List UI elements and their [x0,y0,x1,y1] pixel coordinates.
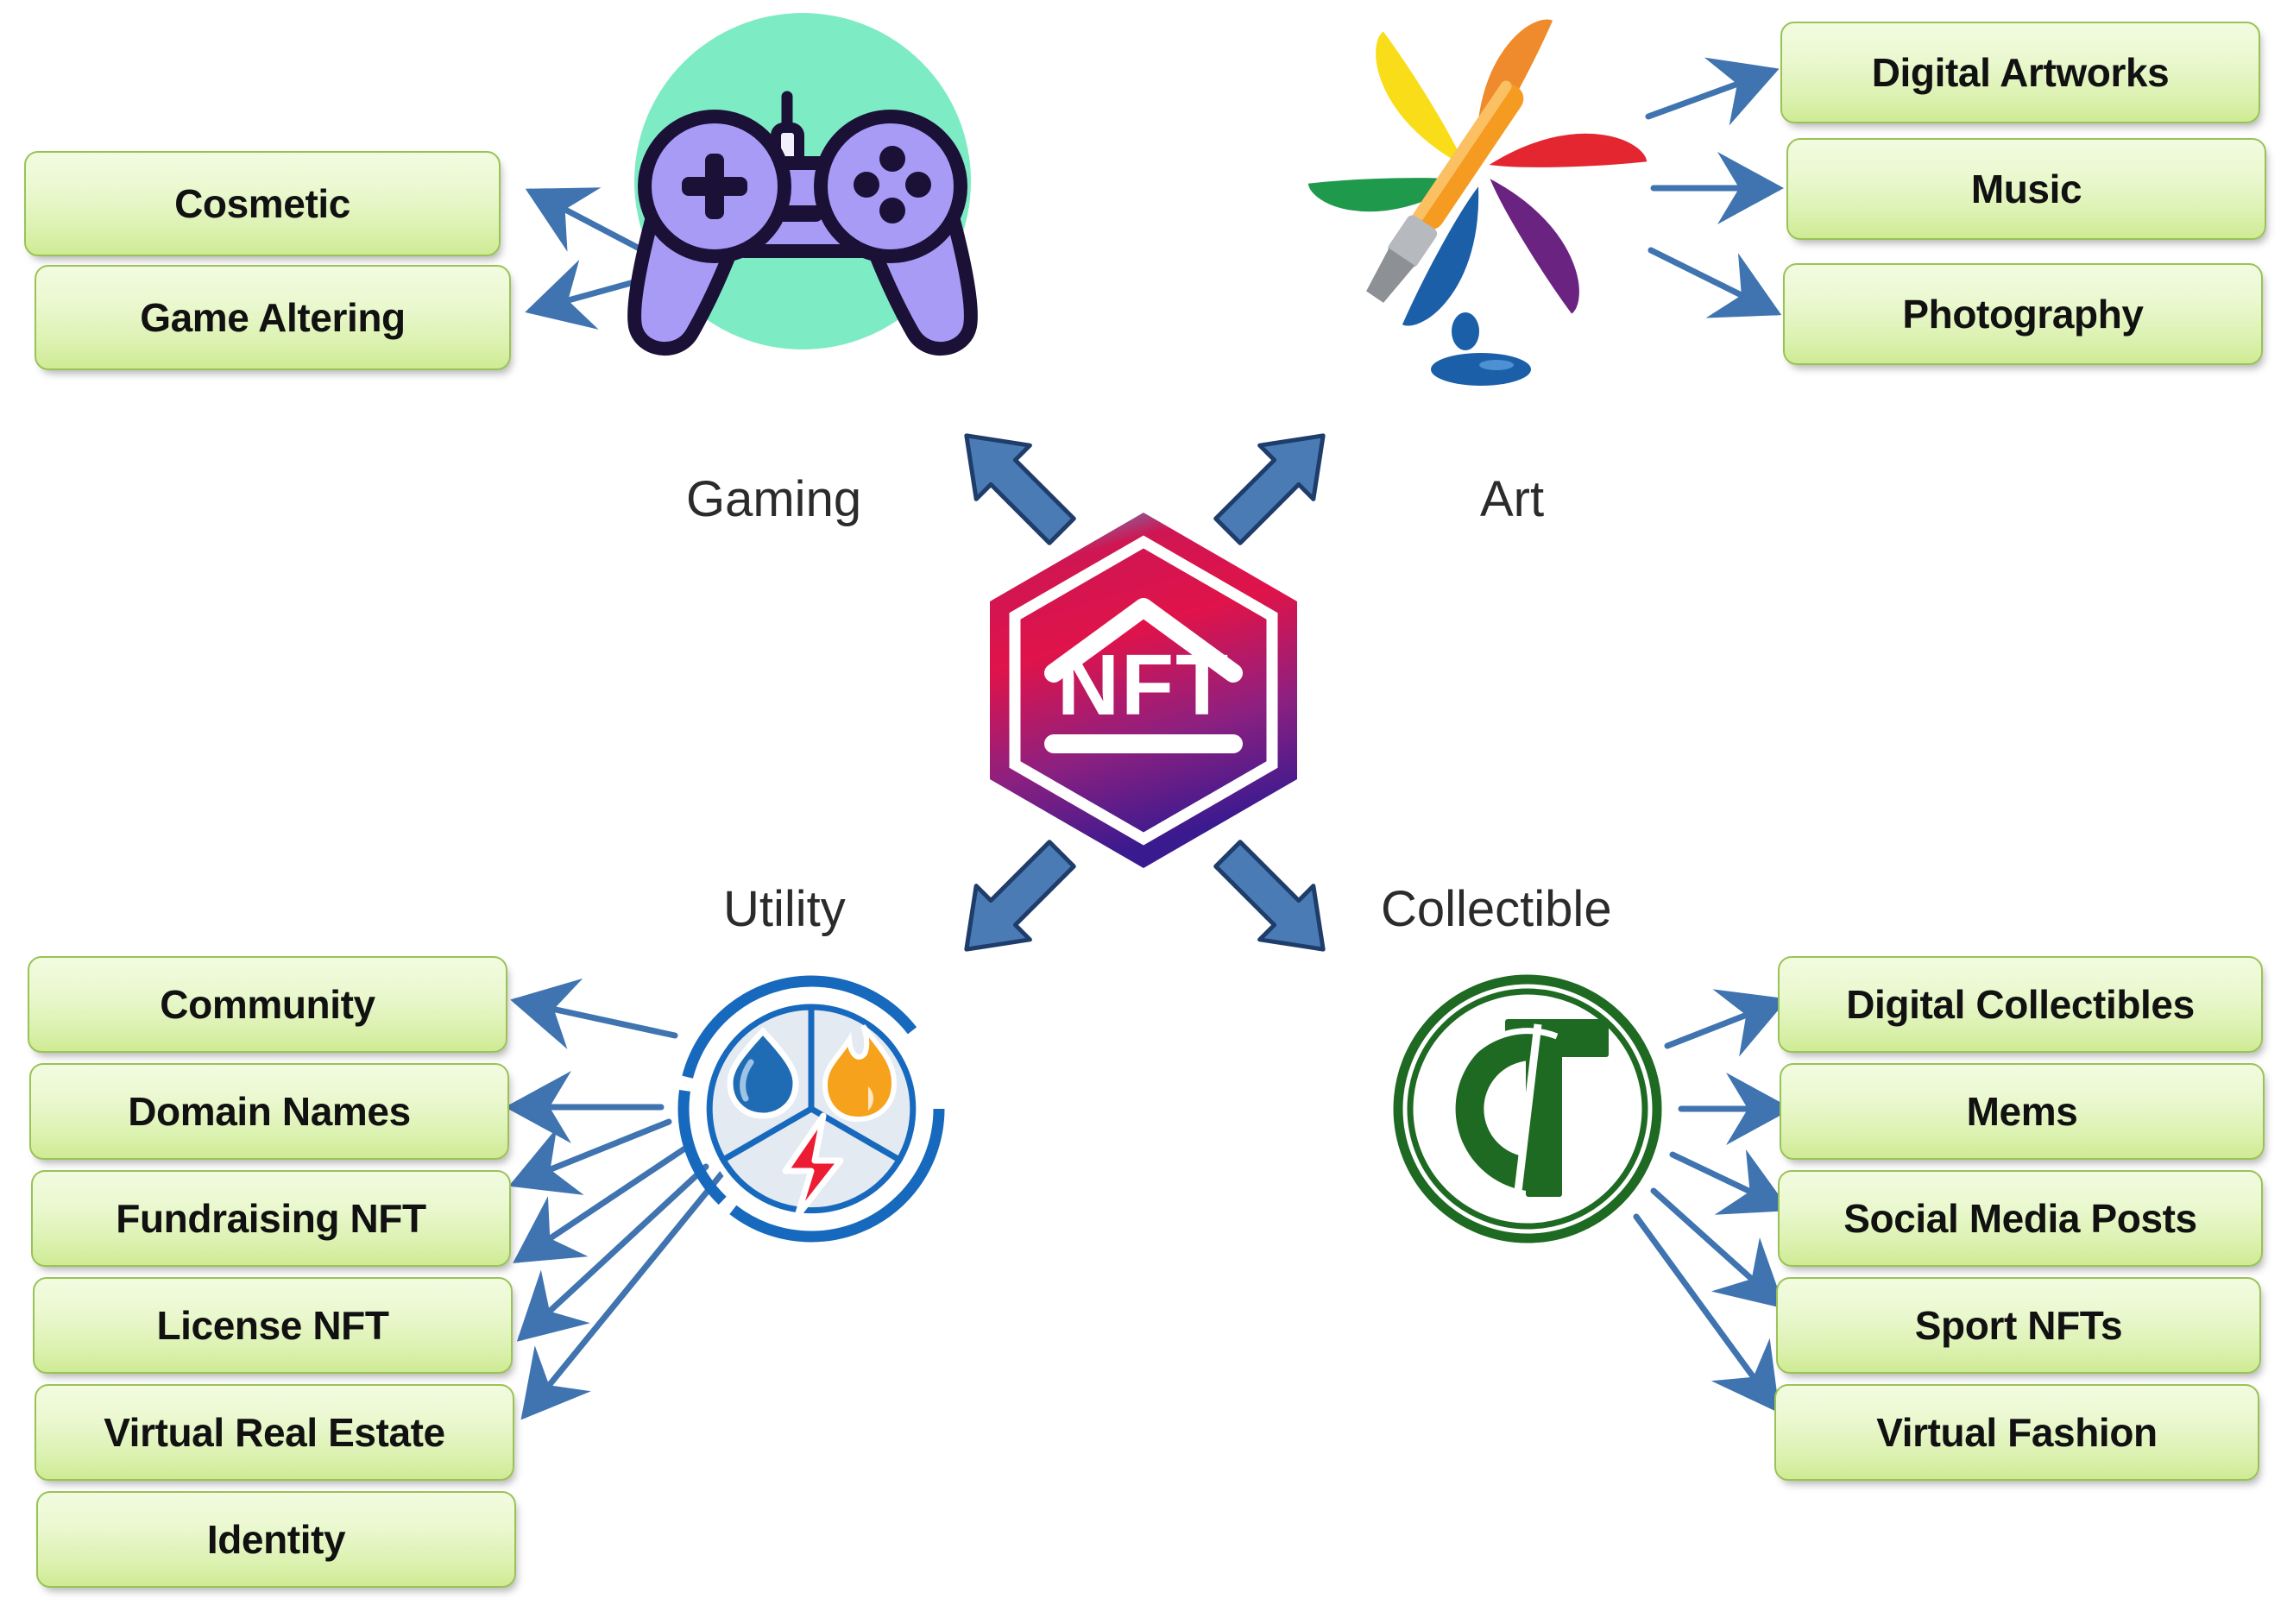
node-photography[interactable]: Photography [1783,263,2263,365]
collectible-coin-monogram-icon [1393,974,1662,1243]
node-mems[interactable]: Mems [1780,1063,2265,1160]
node-label: Game Altering [140,295,406,340]
node-game-altering[interactable]: Game Altering [35,265,511,370]
node-label: Mems [1966,1089,2078,1134]
node-label: Music [1970,167,2082,211]
node-identity[interactable]: Identity [36,1491,516,1588]
node-virtual-real-estate[interactable]: Virtual Real Estate [35,1384,514,1481]
node-label: License NFT [156,1303,389,1348]
node-label: Social Media Posts [1843,1196,2197,1241]
node-label: Fundraising NFT [116,1196,426,1241]
caption-art: Art [1480,471,1545,527]
node-fundraising-nft[interactable]: Fundraising NFT [31,1170,511,1267]
node-label: Digital Artworks [1871,50,2170,95]
node-cosmetic[interactable]: Cosmetic [24,151,501,256]
node-community[interactable]: Community [28,956,507,1053]
utility-pie-icon [677,975,945,1243]
art-palette-brush-icon [1301,13,1654,386]
nft-logo-text: NFT [1057,637,1230,733]
node-label: Identity [206,1517,346,1562]
node-virtual-fashion[interactable]: Virtual Fashion [1774,1384,2259,1481]
node-digital-collectibles[interactable]: Digital Collectibles [1778,956,2263,1053]
caption-collectible: Collectible [1381,881,1612,937]
caption-utility: Utility [723,881,846,937]
node-domain-names[interactable]: Domain Names [29,1063,509,1160]
node-social-media-posts[interactable]: Social Media Posts [1778,1170,2263,1267]
node-digital-artworks[interactable]: Digital Artworks [1780,22,2260,123]
node-label: Photography [1902,292,2144,337]
node-label: Virtual Fashion [1876,1410,2158,1455]
node-label: Domain Names [128,1089,411,1134]
node-label: Digital Collectibles [1846,982,2195,1027]
node-label: Virtual Real Estate [104,1410,445,1455]
node-label: Cosmetic [174,181,350,226]
node-label: Sport NFTs [1914,1303,2123,1348]
node-music[interactable]: Music [1786,138,2266,240]
caption-gaming: Gaming [686,471,862,527]
node-sport-nfts[interactable]: Sport NFTs [1776,1277,2261,1374]
nft-hexagon-logo: NFT [990,513,1297,868]
node-license-nft[interactable]: License NFT [33,1277,513,1374]
game-controller-icon [627,13,978,356]
node-label: Community [160,982,375,1027]
nft-taxonomy-diagram: NFT Gaming Art Utility Collectible Cosme… [0,0,2287,1624]
